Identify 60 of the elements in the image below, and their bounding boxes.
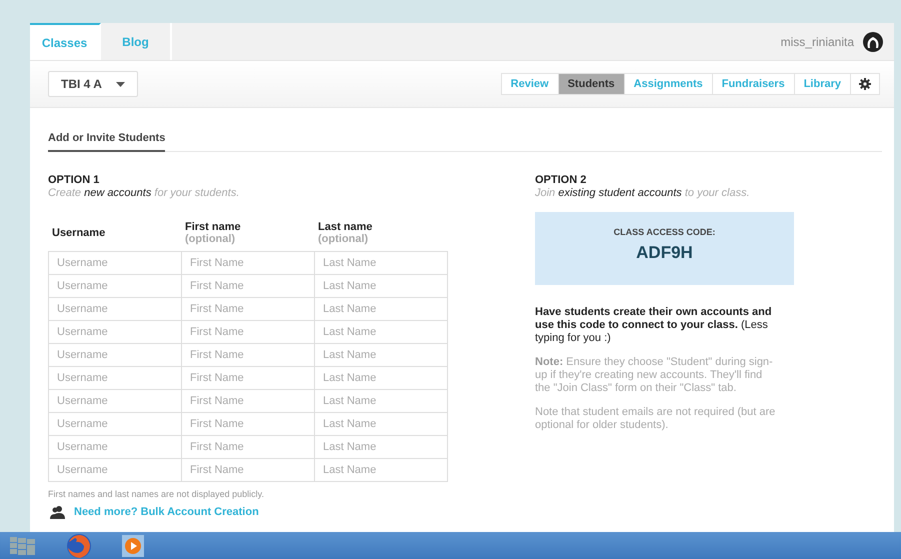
input-field[interactable]: Username [49,413,182,436]
input-field[interactable]: First Name [182,459,315,482]
nav-tab[interactable]: Students [558,74,625,94]
input-field[interactable]: Username [49,436,182,459]
input-field[interactable]: Last Name [315,321,448,344]
input-field[interactable]: Last Name [315,390,448,413]
browser-icon[interactable] [66,532,92,558]
note-text: Note that student emails are not required (but are optional for older students). [535,406,776,432]
instructions-text: Have students create their own accounts and use this code to connect to your class. (Less typing for you :) [535,306,773,345]
nav-tab[interactable]: Assignments [624,74,713,94]
input-field[interactable]: Last Name [315,252,448,275]
input-field[interactable]: First Name [182,298,315,321]
avatar-icon[interactable] [862,30,884,52]
bulk-creation-link[interactable]: Need more? Bulk Account Creation [74,506,259,518]
code-label: CLASS ACCESS CODE: [614,227,716,237]
input-field[interactable]: Username [49,252,182,275]
input-field[interactable]: First Name [182,436,315,459]
column-hint: (optional) [185,233,236,245]
input-field[interactable]: First Name [182,252,315,275]
option-subtitle: Create new accounts for your students. [48,187,240,199]
input-field[interactable]: Username [49,390,182,413]
footnote: First names and last names are not displayed publicly. [48,489,265,499]
input-field[interactable]: Username [49,298,182,321]
class-dropdown[interactable]: TBI 4 A [48,71,138,97]
nav-tab[interactable]: Fundraisers [712,74,795,94]
access-code: ADF9H [636,243,693,263]
settings-icon [859,78,871,90]
grid-app-icon[interactable] [10,536,36,554]
input-field[interactable]: Username [49,459,182,482]
column-hint: (optional) [318,233,370,245]
option-title: OPTION 2 [535,174,588,186]
column-header: First name [185,221,242,233]
input-field[interactable]: Username [49,344,182,367]
caret-icon [116,82,125,86]
play-icon[interactable] [122,534,144,556]
option-title: OPTION 1 [48,174,100,186]
top-tab[interactable]: Classes [30,23,101,60]
input-field[interactable]: Last Name [315,344,448,367]
input-field[interactable]: First Name [182,321,315,344]
input-field[interactable]: Username [49,321,182,344]
input-field[interactable]: First Name [182,275,315,298]
column-header: Last name [318,221,374,233]
input-field[interactable]: First Name [182,413,315,436]
input-field[interactable]: Last Name [315,459,448,482]
input-field[interactable]: First Name [182,367,315,390]
input-field[interactable]: Last Name [315,298,448,321]
input-field[interactable]: First Name [182,390,315,413]
input-field[interactable]: First Name [182,344,315,367]
option-subtitle: Join existing student accounts to your class. [535,187,751,199]
username[interactable]: miss_rinianita [780,34,854,48]
column-header: Username [52,227,106,239]
note-text: Note: Ensure they choose "Student" during sign-up if they're creating new accounts. They'll find the "Join Class" form on their "Class" tab. [535,356,774,395]
input-field[interactable]: Last Name [315,436,448,459]
input-field[interactable]: Last Name [315,275,448,298]
input-field[interactable]: Last Name [315,367,448,390]
input-field[interactable]: Username [49,275,182,298]
input-field[interactable]: Last Name [315,413,448,436]
people-icon [50,505,66,519]
input-field[interactable]: Username [49,367,182,390]
section-tab[interactable]: Add or Invite Students [48,131,166,152]
